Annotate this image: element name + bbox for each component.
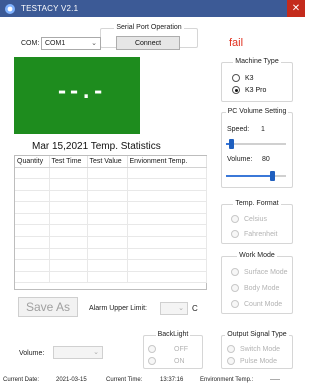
com-port-value: COM1 xyxy=(45,40,66,47)
radio-surface-mode[interactable]: Surface Mode xyxy=(231,268,288,276)
table-row[interactable] xyxy=(15,167,207,180)
speed-slider[interactable] xyxy=(226,139,286,149)
alarm-unit-label: C xyxy=(192,304,198,313)
radio-machine-k3-pro[interactable]: K3 Pro xyxy=(232,86,266,94)
radio-machine-k3[interactable]: K3 xyxy=(232,74,254,82)
radio-switch-mode[interactable]: Switch Mode xyxy=(227,345,280,353)
radio-button[interactable] xyxy=(231,215,239,223)
table-row[interactable] xyxy=(15,224,207,238)
status-bar: Current Date: 2021-03-15 Current Time: 1… xyxy=(0,376,305,385)
temp-format-legend: Temp. Format xyxy=(235,200,279,207)
connect-button[interactable]: Connect xyxy=(116,36,180,50)
table-row[interactable] xyxy=(15,236,207,249)
column-header[interactable]: Quantity xyxy=(15,156,50,168)
table-row[interactable] xyxy=(15,248,207,261)
pc-volume-label: Volume: xyxy=(227,156,253,163)
pc-volume-value: 80 xyxy=(262,156,270,163)
alarm-upper-limit-select[interactable]: ⌄ xyxy=(160,302,188,315)
save-as-button[interactable]: Save As xyxy=(18,297,78,317)
radio-label: ON xyxy=(174,357,185,365)
radio-button[interactable] xyxy=(148,357,156,365)
slider-track xyxy=(226,143,286,145)
current-date-value: 2021-03-15 xyxy=(56,377,87,383)
machine-type-legend: Machine Type xyxy=(235,58,279,65)
radio-button[interactable] xyxy=(231,268,239,276)
backlight-legend: BackLight xyxy=(157,331,189,338)
radio-backlight-off[interactable]: OFF xyxy=(148,345,188,353)
environment-temp-label: Environment Temp.: xyxy=(200,377,254,383)
table-header-row: Quantity Test Time Test Value Envionment… xyxy=(15,156,207,168)
serial-port-legend: Serial Port Operation xyxy=(116,24,182,31)
device-volume-label: Volume: xyxy=(19,350,45,357)
temperature-display: --.- xyxy=(14,57,140,134)
statistics-table-body xyxy=(15,167,207,284)
alarm-upper-limit-label: Alarm Upper Limit: xyxy=(89,305,147,312)
speed-value: 1 xyxy=(261,126,265,133)
radio-button[interactable] xyxy=(227,357,235,365)
column-header[interactable]: Test Time xyxy=(49,156,88,168)
radio-label: OFF xyxy=(174,345,188,353)
chevron-down-icon: ⌄ xyxy=(91,40,97,47)
com-port-select[interactable]: COM1 ⌄ xyxy=(41,37,101,50)
radio-label: Switch Mode xyxy=(240,345,281,353)
radio-pulse-mode[interactable]: Pulse Mode xyxy=(227,357,277,365)
connection-status: fail xyxy=(229,37,244,49)
radio-label: K3 Pro xyxy=(245,86,267,94)
pc-volume-slider[interactable] xyxy=(226,171,286,181)
current-time-label: Current Time: xyxy=(106,377,143,383)
table-row[interactable] xyxy=(15,271,207,284)
app-logo-icon xyxy=(5,3,15,14)
radio-body-mode[interactable]: Body Mode xyxy=(231,284,279,292)
radio-button[interactable] xyxy=(231,284,239,292)
radio-label: Surface Mode xyxy=(244,268,288,276)
window-title: TESTACY V2.1 xyxy=(21,4,79,13)
radio-label: K3 xyxy=(245,74,254,82)
chevron-down-icon: ⌄ xyxy=(93,349,99,356)
radio-celsius[interactable]: Celsius xyxy=(231,215,267,223)
chevron-down-icon: ⌄ xyxy=(178,305,184,312)
table-row[interactable] xyxy=(15,178,207,191)
column-header[interactable]: Envionment Temp. xyxy=(127,156,207,168)
work-mode-legend: Work Mode xyxy=(239,252,275,259)
radio-fahrenheit[interactable]: Fahrenheit xyxy=(231,230,277,238)
output-signal-legend: Output Signal Type xyxy=(227,331,287,338)
title-bar: TESTACY V2.1 ✕ xyxy=(0,0,305,17)
temperature-reading: --.- xyxy=(56,79,105,103)
current-time-value: 13:37:16 xyxy=(160,377,184,383)
slider-fill xyxy=(226,175,272,177)
radio-button[interactable] xyxy=(148,345,156,353)
statistics-table: Quantity Test Time Test Value Envionment… xyxy=(15,156,207,284)
table-row[interactable] xyxy=(15,201,207,214)
radio-button[interactable] xyxy=(232,74,240,82)
radio-button[interactable] xyxy=(231,300,239,308)
slider-thumb[interactable] xyxy=(270,171,275,181)
radio-button[interactable] xyxy=(232,86,240,94)
radio-backlight-on[interactable]: ON xyxy=(148,357,185,365)
com-label: COM: xyxy=(21,40,40,47)
radio-button[interactable] xyxy=(231,230,239,238)
table-row[interactable] xyxy=(15,259,207,272)
close-window-button[interactable]: ✕ xyxy=(287,0,305,17)
pc-volume-legend: PC Volume Setting xyxy=(227,108,287,115)
radio-count-mode[interactable]: Count Mode xyxy=(231,300,282,308)
table-row[interactable] xyxy=(15,213,207,226)
slider-thumb[interactable] xyxy=(229,139,234,149)
radio-button[interactable] xyxy=(227,345,235,353)
radio-label: Count Mode xyxy=(244,300,283,308)
radio-label: Celsius xyxy=(244,215,267,223)
current-date-label: Current Date: xyxy=(3,377,40,383)
speed-label: Speed: xyxy=(227,126,250,133)
radio-label: Pulse Mode xyxy=(240,357,277,365)
column-header[interactable]: Test Value xyxy=(87,156,128,168)
radio-label: Fahrenheit xyxy=(244,230,278,238)
environment-temp-value: ----- xyxy=(270,377,280,383)
table-row[interactable] xyxy=(15,190,207,203)
radio-label: Body Mode xyxy=(244,284,280,292)
device-volume-select[interactable]: ⌄ xyxy=(53,346,103,359)
statistics-title: Mar 15,2021 Temp. Statistics xyxy=(32,141,161,152)
